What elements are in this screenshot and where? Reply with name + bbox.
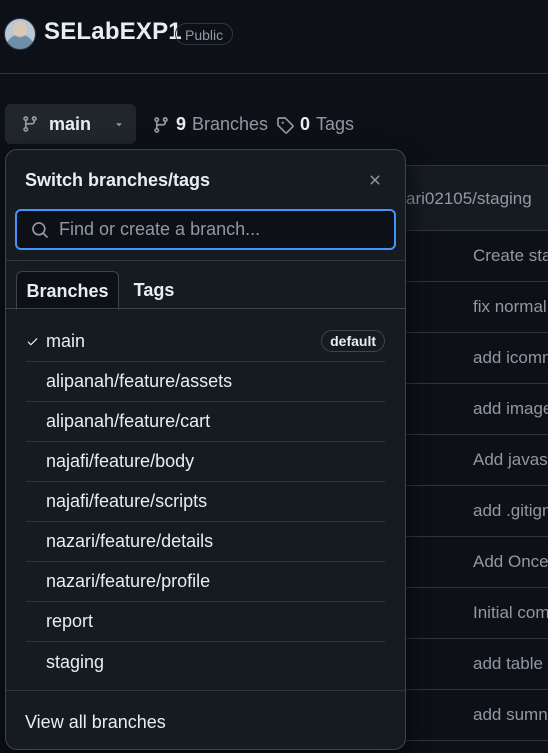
tabs-divider (6, 308, 405, 309)
close-icon (367, 172, 383, 188)
commit-message[interactable]: add table (473, 654, 543, 674)
tags-count-label: Tags (316, 114, 355, 134)
table-row: add .gitign (395, 486, 548, 537)
table-row: add sumn (395, 690, 548, 741)
tags-count-number: 0 (300, 114, 311, 134)
branch-search-input[interactable] (59, 219, 394, 240)
branches-count-number: 9 (176, 114, 187, 134)
branch-tag-tabs: Branches Tags (16, 271, 405, 310)
commit-message[interactable]: fix normal (473, 297, 547, 317)
table-row: add icomn (395, 333, 548, 384)
search-icon (31, 221, 49, 239)
branch-list: main default alipanah/feature/assets ali… (6, 322, 405, 682)
avatar[interactable] (4, 18, 36, 50)
dropdown-title: Switch branches/tags (25, 170, 211, 190)
triangle-down-icon (113, 118, 125, 130)
current-branch-label: main (49, 113, 92, 134)
branch-name: najafi/feature/body (46, 451, 195, 471)
header-divider (0, 73, 548, 74)
table-row: fix normal (395, 282, 548, 333)
table-row: Add Once (395, 537, 548, 588)
default-badge: default (321, 330, 385, 352)
list-item[interactable]: staging (26, 642, 385, 682)
commit-message[interactable]: Add javas (473, 450, 548, 470)
branch-name: nazari/feature/details (46, 531, 214, 551)
list-item[interactable]: nazari/feature/profile (26, 562, 385, 602)
branch-name: najafi/feature/scripts (46, 491, 208, 511)
branch-name: staging (46, 651, 105, 672)
list-item[interactable]: najafi/feature/body (26, 442, 385, 482)
view-all-branches-link[interactable]: View all branches (25, 712, 166, 733)
branch-name: report (46, 611, 94, 631)
visibility-badge: Public (175, 23, 234, 45)
commit-message[interactable]: Create sta (473, 246, 548, 266)
commit-message[interactable]: add image (473, 399, 548, 419)
list-item[interactable]: nazari/feature/details (26, 522, 385, 562)
commit-table-header: ari02105/staging (395, 165, 548, 231)
list-item[interactable]: report (26, 602, 385, 642)
branch-search-box (15, 209, 396, 250)
latest-commit-author[interactable]: ari02105/staging (406, 189, 532, 209)
tab-branches[interactable]: Branches (16, 271, 119, 310)
commit-message[interactable]: Add Once (473, 552, 548, 572)
branches-count-label: Branches (192, 114, 269, 134)
branch-switch-dropdown: Switch branches/tags Branches Tags main … (5, 149, 406, 750)
list-item[interactable]: alipanah/feature/assets (26, 362, 385, 402)
tag-icon (276, 116, 294, 134)
commit-message[interactable]: add sumn (473, 705, 548, 725)
tags-count-link[interactable]: 0 Tags (276, 114, 354, 135)
list-item[interactable]: najafi/feature/scripts (26, 482, 385, 522)
commit-table-background: ari02105/staging Create sta fix normal a… (395, 165, 548, 753)
commit-message[interactable]: add .gitign (473, 501, 548, 521)
list-item[interactable]: main default (26, 322, 385, 362)
git-branch-icon (152, 116, 170, 134)
git-branch-icon (21, 115, 39, 133)
branch-name: alipanah/feature/cart (46, 411, 211, 431)
branch-name: nazari/feature/profile (46, 571, 211, 591)
repo-title[interactable]: SELabEXP1 (44, 18, 182, 46)
commit-message[interactable]: Initial com (473, 603, 548, 623)
branch-selector-button[interactable]: main (5, 104, 136, 144)
tab-tags[interactable]: Tags (134, 271, 175, 310)
branch-name: alipanah/feature/assets (46, 371, 233, 391)
check-icon (26, 335, 46, 348)
table-row: Add javas (395, 435, 548, 486)
divider (6, 260, 405, 261)
table-row: Initial com (395, 588, 548, 639)
list-item[interactable]: alipanah/feature/cart (26, 402, 385, 442)
table-row: add image (395, 384, 548, 435)
table-row: Create sta (395, 231, 548, 282)
close-button[interactable] (363, 168, 387, 192)
commit-message[interactable]: add icomn (473, 348, 548, 368)
branch-name: main (46, 331, 86, 351)
footer-divider (6, 690, 405, 691)
table-row: add table (395, 639, 548, 690)
branches-count-link[interactable]: 9 Branches (152, 114, 268, 135)
